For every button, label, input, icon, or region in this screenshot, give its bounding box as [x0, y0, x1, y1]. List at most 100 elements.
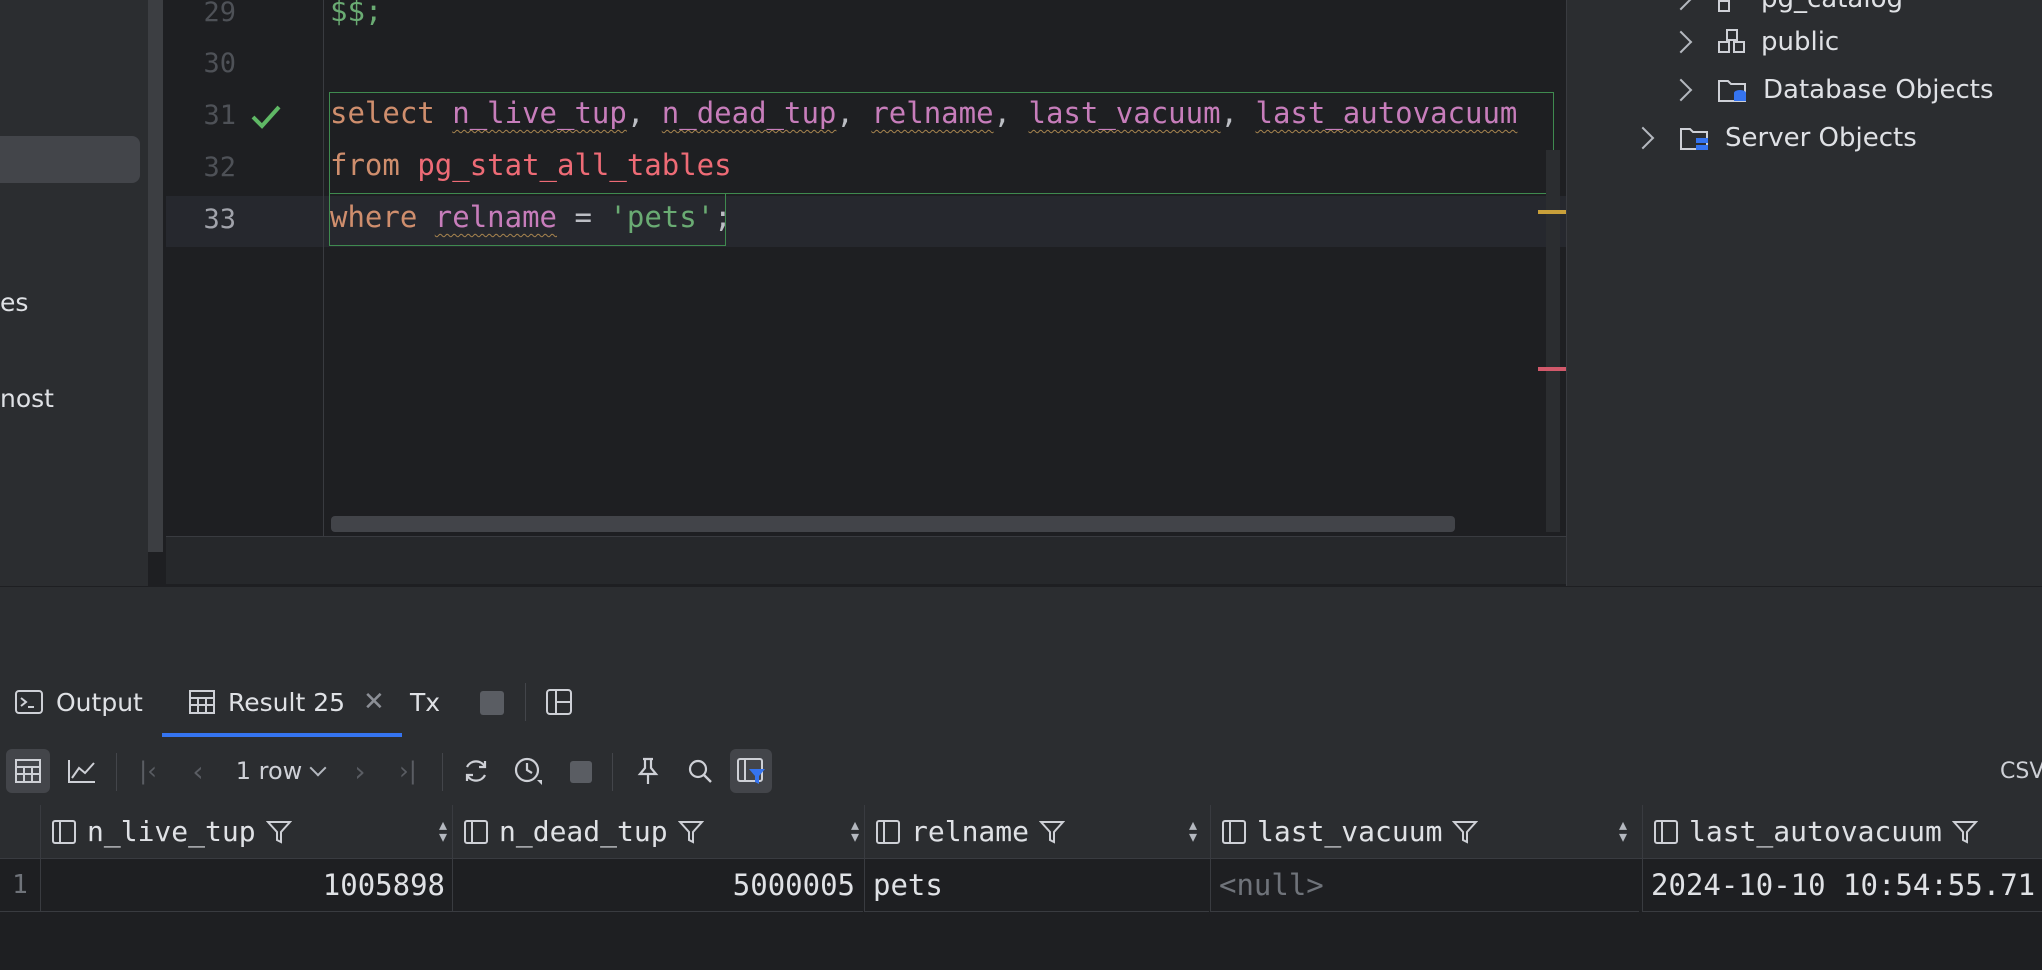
- sort-icon[interactable]: ▴ ▾: [1189, 817, 1197, 845]
- column-header-last-vacuum[interactable]: last_vacuum ▴ ▾: [1210, 805, 1641, 858]
- tree-item-label: Server Objects: [1725, 123, 1917, 153]
- history-button[interactable]: [508, 749, 548, 793]
- column-icon: [876, 819, 900, 844]
- folder-server-icon: [1680, 128, 1708, 150]
- tab-result-25[interactable]: Result 25 ✕: [188, 667, 385, 737]
- schema-tree-panel: pg_catalog public Database Objects Serve…: [1566, 0, 2042, 586]
- column-label: last_vacuum: [1257, 815, 1443, 848]
- column-icon: [1222, 819, 1246, 844]
- column-icon: [464, 819, 488, 844]
- chevron-right-icon[interactable]: [1669, 0, 1693, 11]
- selected-explorer-item[interactable]: [0, 136, 140, 183]
- previous-page-icon[interactable]: ‹: [178, 749, 218, 793]
- row-number: 1: [0, 858, 40, 912]
- column-header-n-dead-tup[interactable]: n_dead_tup ▴ ▾: [452, 805, 873, 858]
- cell-last-vacuum[interactable]: <null>: [1210, 858, 1639, 912]
- layout-icon[interactable]: [545, 688, 573, 716]
- schema-icon: [1718, 29, 1745, 53]
- first-page-icon[interactable]: |‹: [128, 749, 168, 793]
- table-icon: [15, 759, 41, 783]
- chevron-right-icon[interactable]: [1669, 30, 1693, 54]
- console-icon: [15, 690, 43, 714]
- next-page-icon[interactable]: ›: [340, 749, 380, 793]
- cell-relname[interactable]: pets: [864, 858, 1209, 912]
- chevron-right-icon[interactable]: [1669, 78, 1693, 102]
- explorer-item-partial[interactable]: es: [0, 288, 28, 317]
- grid-header: n_live_tup ▴ ▾ n_dead_tup ▴ ▾ relname ▴ ▾ l…: [0, 805, 2042, 859]
- sort-icon[interactable]: ▴ ▾: [851, 817, 859, 845]
- schema-icon: [1718, 0, 1730, 12]
- code-line-29: $$;: [330, 0, 383, 28]
- clock-icon: [514, 757, 542, 785]
- last-page-icon[interactable]: ›|: [388, 749, 428, 793]
- stop-icon[interactable]: [570, 761, 592, 783]
- cell-last-autovacuum[interactable]: 2024-10-10 10:54:55.71: [1642, 858, 2042, 912]
- sort-icon[interactable]: ▴ ▾: [439, 817, 447, 845]
- divider: [442, 753, 443, 791]
- column-header-last-autovacuum[interactable]: last_autovacuum: [1642, 805, 2042, 858]
- tree-item-public[interactable]: public: [1669, 27, 1839, 57]
- editor-horizontal-scrollbar[interactable]: [331, 516, 1455, 532]
- pin-button[interactable]: [628, 749, 668, 793]
- chevron-right-icon[interactable]: [1631, 126, 1655, 150]
- filter-panel-icon: [737, 758, 765, 784]
- export-format-label: CSV: [2000, 758, 2042, 784]
- chart-icon: [68, 760, 95, 783]
- tree-item-server-objects[interactable]: Server Objects: [1631, 123, 1917, 153]
- results-tab-bar: Output Result 25 ✕ Tx: [0, 667, 2042, 738]
- column-icon: [52, 819, 76, 844]
- line-number: 33: [203, 204, 236, 235]
- tree-item-database-objects[interactable]: Database Objects: [1669, 75, 1994, 105]
- cell-n-dead-tup[interactable]: 5000005: [452, 858, 863, 912]
- line-number: 31: [203, 100, 236, 131]
- editor-gutter: 29 30 31 32 33: [166, 0, 324, 536]
- chart-view-button[interactable]: [60, 749, 104, 793]
- filter-icon[interactable]: [1452, 819, 1479, 845]
- tab-tx[interactable]: Tx: [410, 667, 440, 737]
- filter-icon[interactable]: [265, 819, 292, 845]
- tab-tx-label: Tx: [410, 687, 441, 717]
- tree-item-pg-catalog[interactable]: pg_catalog: [1669, 0, 1903, 14]
- refresh-icon: [465, 760, 487, 782]
- row-count-label: 1 row: [235, 757, 303, 785]
- row-count-dropdown[interactable]: 1 row: [232, 749, 328, 793]
- filter-icon[interactable]: [677, 819, 704, 845]
- refresh-button[interactable]: [456, 749, 496, 793]
- divider: [525, 683, 526, 721]
- editor-status-strip: [166, 536, 1566, 584]
- explorer-item-partial[interactable]: nost: [0, 384, 54, 413]
- panel-splitter[interactable]: [0, 586, 2042, 667]
- column-header-relname[interactable]: relname ▴ ▾: [864, 805, 1211, 858]
- explorer-scrollbar[interactable]: [148, 0, 163, 552]
- line-number: 30: [203, 48, 236, 79]
- divider: [612, 753, 613, 791]
- search-icon: [688, 759, 712, 783]
- filter-toggle-button[interactable]: [730, 749, 772, 793]
- column-header-n-live-tup[interactable]: n_live_tup ▴ ▾: [40, 805, 461, 858]
- database-explorer-panel: es nost: [0, 0, 148, 586]
- column-label: n_live_tup: [87, 815, 256, 848]
- column-label: relname: [911, 815, 1030, 848]
- tab-output[interactable]: Output: [14, 667, 143, 737]
- stop-icon[interactable]: [480, 691, 504, 715]
- table-view-button[interactable]: [6, 749, 50, 793]
- folder-database-icon: [1718, 80, 1746, 102]
- close-icon[interactable]: ✕: [363, 687, 385, 717]
- column-label: last_autovacuum: [1689, 815, 1942, 848]
- pin-icon: [637, 757, 659, 784]
- filter-icon[interactable]: [1951, 819, 1978, 845]
- filter-icon[interactable]: [1039, 819, 1066, 845]
- editor-vertical-scrollbar[interactable]: [1546, 150, 1560, 532]
- execution-success-check-icon: [251, 105, 281, 129]
- search-button[interactable]: [680, 749, 720, 793]
- table-icon: [189, 690, 215, 714]
- export-format-button[interactable]: CSV: [2000, 749, 2042, 793]
- error-marker[interactable]: [1538, 367, 1566, 371]
- sql-editor[interactable]: 29 30 31 32 33 $$; select n_live_tup, n_…: [166, 0, 1566, 536]
- warning-marker[interactable]: [1538, 210, 1566, 214]
- sort-icon[interactable]: ▴ ▾: [1619, 817, 1627, 845]
- cell-n-live-tup[interactable]: 1005898: [40, 858, 453, 912]
- tree-item-label: pg_catalog: [1761, 0, 1903, 14]
- statement-highlight-box: [329, 92, 1554, 194]
- line-number: 29: [203, 0, 236, 28]
